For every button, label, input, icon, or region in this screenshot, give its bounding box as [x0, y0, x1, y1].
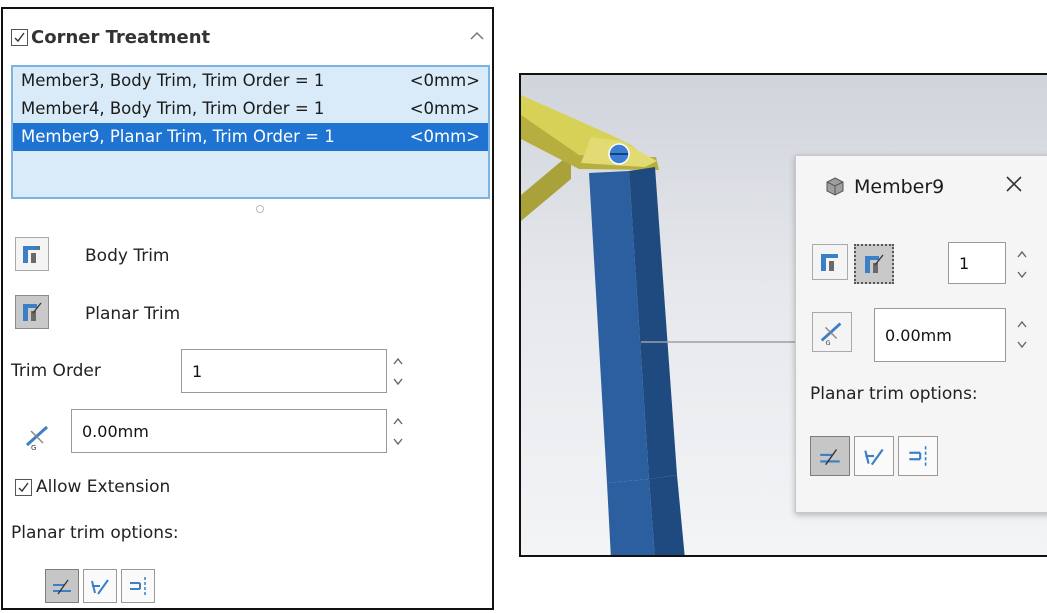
- gap-icon: G: [820, 322, 842, 346]
- popup-gap-spinner[interactable]: [1014, 314, 1030, 354]
- body-trim-icon: [821, 254, 838, 271]
- trim-option-button-2[interactable]: [83, 569, 117, 603]
- check-icon: [14, 32, 25, 42]
- popup-trim-option-button-2[interactable]: [854, 436, 894, 476]
- allow-extension-row[interactable]: Allow Extension: [15, 477, 170, 497]
- popup-trim-order-input[interactable]: 1: [948, 242, 1006, 284]
- chevron-up-icon[interactable]: [468, 29, 486, 43]
- spin-up-icon: [393, 357, 403, 365]
- trim-option-icon: [909, 446, 927, 466]
- member-popup: Member9 1 G 0.00mm Planar trim options:: [795, 155, 1047, 513]
- trim-option-icon: [820, 449, 840, 466]
- trim-order-input[interactable]: 1: [181, 349, 387, 393]
- trim-order-label: Trim Order: [11, 361, 101, 381]
- trim-option-icon: [864, 448, 884, 466]
- popup-body-trim-button[interactable]: [812, 244, 848, 280]
- planar-trim-icon: [23, 302, 42, 321]
- gap-spinner[interactable]: [390, 411, 406, 451]
- section-title: Corner Treatment: [31, 26, 211, 48]
- corner-treatment-checkbox[interactable]: [11, 28, 28, 46]
- body-trim-icon: [23, 246, 40, 263]
- trim-option-icon: [91, 579, 109, 595]
- planar-trim-icon: [865, 254, 884, 273]
- popup-trim-option-button-3[interactable]: [898, 436, 938, 476]
- trim-option-button-3[interactable]: [121, 569, 155, 603]
- cube-icon: [826, 177, 844, 196]
- corner-treatment-header[interactable]: Corner Treatment: [11, 23, 210, 51]
- check-icon: [18, 482, 29, 492]
- popup-planar-trim-button[interactable]: [854, 244, 894, 284]
- popup-trim-order-spinner[interactable]: [1014, 244, 1030, 284]
- list-item[interactable]: Member4, Body Trim, Trim Order = 1 <0mm>: [13, 95, 488, 123]
- trim-order-spinner[interactable]: [390, 351, 406, 391]
- property-manager-panel: Corner Treatment Member3, Body Trim, Tri…: [1, 7, 494, 610]
- popup-gap-input[interactable]: 0.00mm: [874, 308, 1006, 362]
- popup-gap-button: G: [812, 312, 852, 352]
- allow-extension-checkbox[interactable]: [15, 478, 32, 496]
- trim-option-icon: [130, 577, 146, 595]
- corner-treatment-list[interactable]: Member3, Body Trim, Trim Order = 1 <0mm>…: [11, 65, 490, 199]
- planar-trim-options-label: Planar trim options:: [11, 523, 179, 543]
- list-item-selected[interactable]: Member9, Planar Trim, Trim Order = 1 <0m…: [13, 123, 488, 151]
- list-item[interactable]: Member3, Body Trim, Trim Order = 1 <0mm>: [13, 67, 488, 95]
- allow-extension-label: Allow Extension: [36, 477, 171, 497]
- popup-title: Member9: [854, 176, 945, 198]
- trim-option-icon: [53, 579, 71, 595]
- graphics-viewport[interactable]: Member9 1 G 0.00mm Planar trim options:: [519, 73, 1047, 557]
- body-trim-button[interactable]: [15, 237, 49, 271]
- gap-distance-input[interactable]: 0.00mm: [71, 409, 387, 453]
- gap-icon: G: [25, 425, 49, 451]
- svg-text:G: G: [825, 339, 830, 346]
- spin-down-icon: [393, 378, 403, 386]
- trim-option-button-1[interactable]: [45, 569, 79, 603]
- body-trim-label: Body Trim: [85, 246, 170, 266]
- planar-trim-button[interactable]: [15, 295, 49, 329]
- popup-planar-trim-options-label: Planar trim options:: [810, 384, 978, 404]
- svg-text:G: G: [31, 444, 36, 451]
- list-resize-handle[interactable]: [256, 205, 264, 213]
- popup-trim-option-button-1[interactable]: [810, 436, 850, 476]
- planar-trim-label: Planar Trim: [85, 304, 181, 324]
- close-icon[interactable]: [1002, 172, 1026, 196]
